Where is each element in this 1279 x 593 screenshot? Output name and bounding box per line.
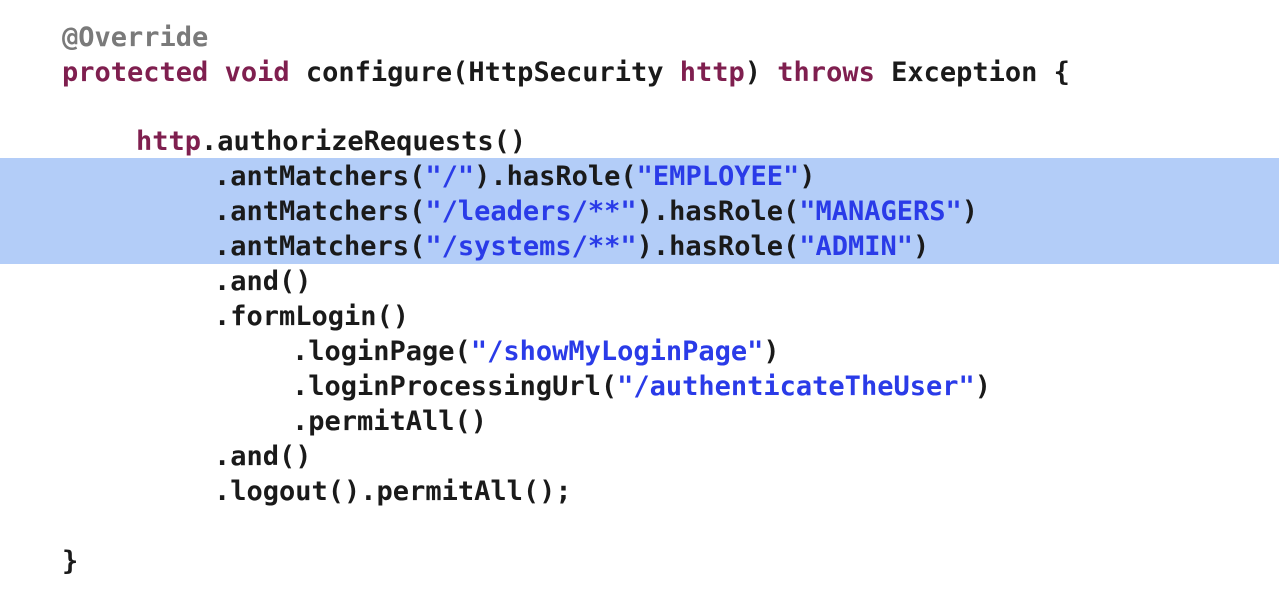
code-line: http.authorizeRequests() [0, 124, 1279, 159]
code-token: throws [777, 57, 875, 88]
code-token: .antMatchers( [214, 196, 426, 227]
code-token: ).hasRole( [636, 196, 800, 227]
code-token: ) [799, 161, 816, 192]
code-line-text: .permitAll() [292, 404, 487, 439]
code-token: Exception { [874, 57, 1070, 88]
code-line-text: http.authorizeRequests() [136, 124, 526, 159]
code-line-text: protected void configure(HttpSecurity ht… [62, 55, 1070, 90]
code-line: .loginPage("/showMyLoginPage") [0, 334, 1279, 369]
code-token: .antMatchers( [214, 161, 426, 192]
code-token: .loginProcessingUrl( [292, 371, 618, 402]
code-token: .and() [214, 266, 312, 297]
code-line-text: .loginPage("/showMyLoginPage") [292, 334, 780, 369]
code-token: "EMPLOYEE" [636, 161, 800, 192]
code-token: http [679, 57, 745, 88]
code-line: .and() [0, 439, 1279, 474]
code-token: "/showMyLoginPage" [470, 336, 764, 367]
code-token: ) [744, 57, 778, 88]
code-token: ) [913, 231, 930, 262]
code-token: "MANAGERS" [799, 196, 962, 227]
code-line: .logout().permitAll(); [0, 474, 1279, 509]
code-line: protected void configure(HttpSecurity ht… [0, 55, 1279, 90]
code-token: protected [62, 57, 209, 88]
code-token: "/leaders/**" [425, 196, 637, 227]
code-line-text: .logout().permitAll(); [214, 474, 572, 509]
code-token: } [62, 546, 79, 577]
code-token: .loginPage( [292, 336, 471, 367]
code-line: .antMatchers("/").hasRole("EMPLOYEE") [0, 159, 1279, 194]
code-line-text: .antMatchers("/systems/**").hasRole("ADM… [214, 229, 929, 264]
code-line: .permitAll() [0, 404, 1279, 439]
code-line: } [0, 544, 1279, 579]
code-line-text: .and() [214, 439, 312, 474]
code-token: "ADMIN" [799, 231, 914, 262]
code-token: .logout().permitAll(); [214, 476, 572, 507]
code-line: .and() [0, 264, 1279, 299]
code-line-text: .loginProcessingUrl("/authenticateTheUse… [292, 369, 991, 404]
code-token: .antMatchers( [214, 231, 426, 262]
code-token: .formLogin() [214, 301, 410, 332]
code-token: "/" [425, 161, 475, 192]
code-line: .loginProcessingUrl("/authenticateTheUse… [0, 369, 1279, 404]
code-slide: @Override protected void configure(HttpSe… [0, 0, 1279, 593]
code-token: http [136, 126, 202, 157]
code-token: "/authenticateTheUser" [617, 371, 975, 402]
code-token: ) [974, 371, 991, 402]
code-token: configure(HttpSecurity [289, 57, 680, 88]
code-token: .permitAll() [292, 406, 488, 437]
code-line: .formLogin() [0, 299, 1279, 334]
code-line: @Override [0, 20, 1279, 55]
code-line-text: .and() [214, 264, 312, 299]
code-token: .and() [214, 441, 312, 472]
code-token: @Override [62, 22, 209, 53]
code-token: .authorizeRequests() [201, 126, 527, 157]
code-line-text: .antMatchers("/").hasRole("EMPLOYEE") [214, 159, 816, 194]
code-line-text: @Override [62, 20, 208, 55]
code-token: ) [763, 336, 780, 367]
code-line: .antMatchers("/leaders/**").hasRole("MAN… [0, 194, 1279, 229]
code-token: void [224, 57, 290, 88]
code-line-text: } [62, 544, 78, 579]
code-token: "/systems/**" [425, 231, 637, 262]
code-token: ).hasRole( [474, 161, 637, 192]
code-line-text: .formLogin() [214, 299, 409, 334]
code-token: ) [961, 196, 979, 227]
code-token: ).hasRole( [636, 231, 800, 262]
code-line-text: .antMatchers("/leaders/**").hasRole("MAN… [214, 194, 978, 229]
code-line: .antMatchers("/systems/**").hasRole("ADM… [0, 229, 1279, 264]
